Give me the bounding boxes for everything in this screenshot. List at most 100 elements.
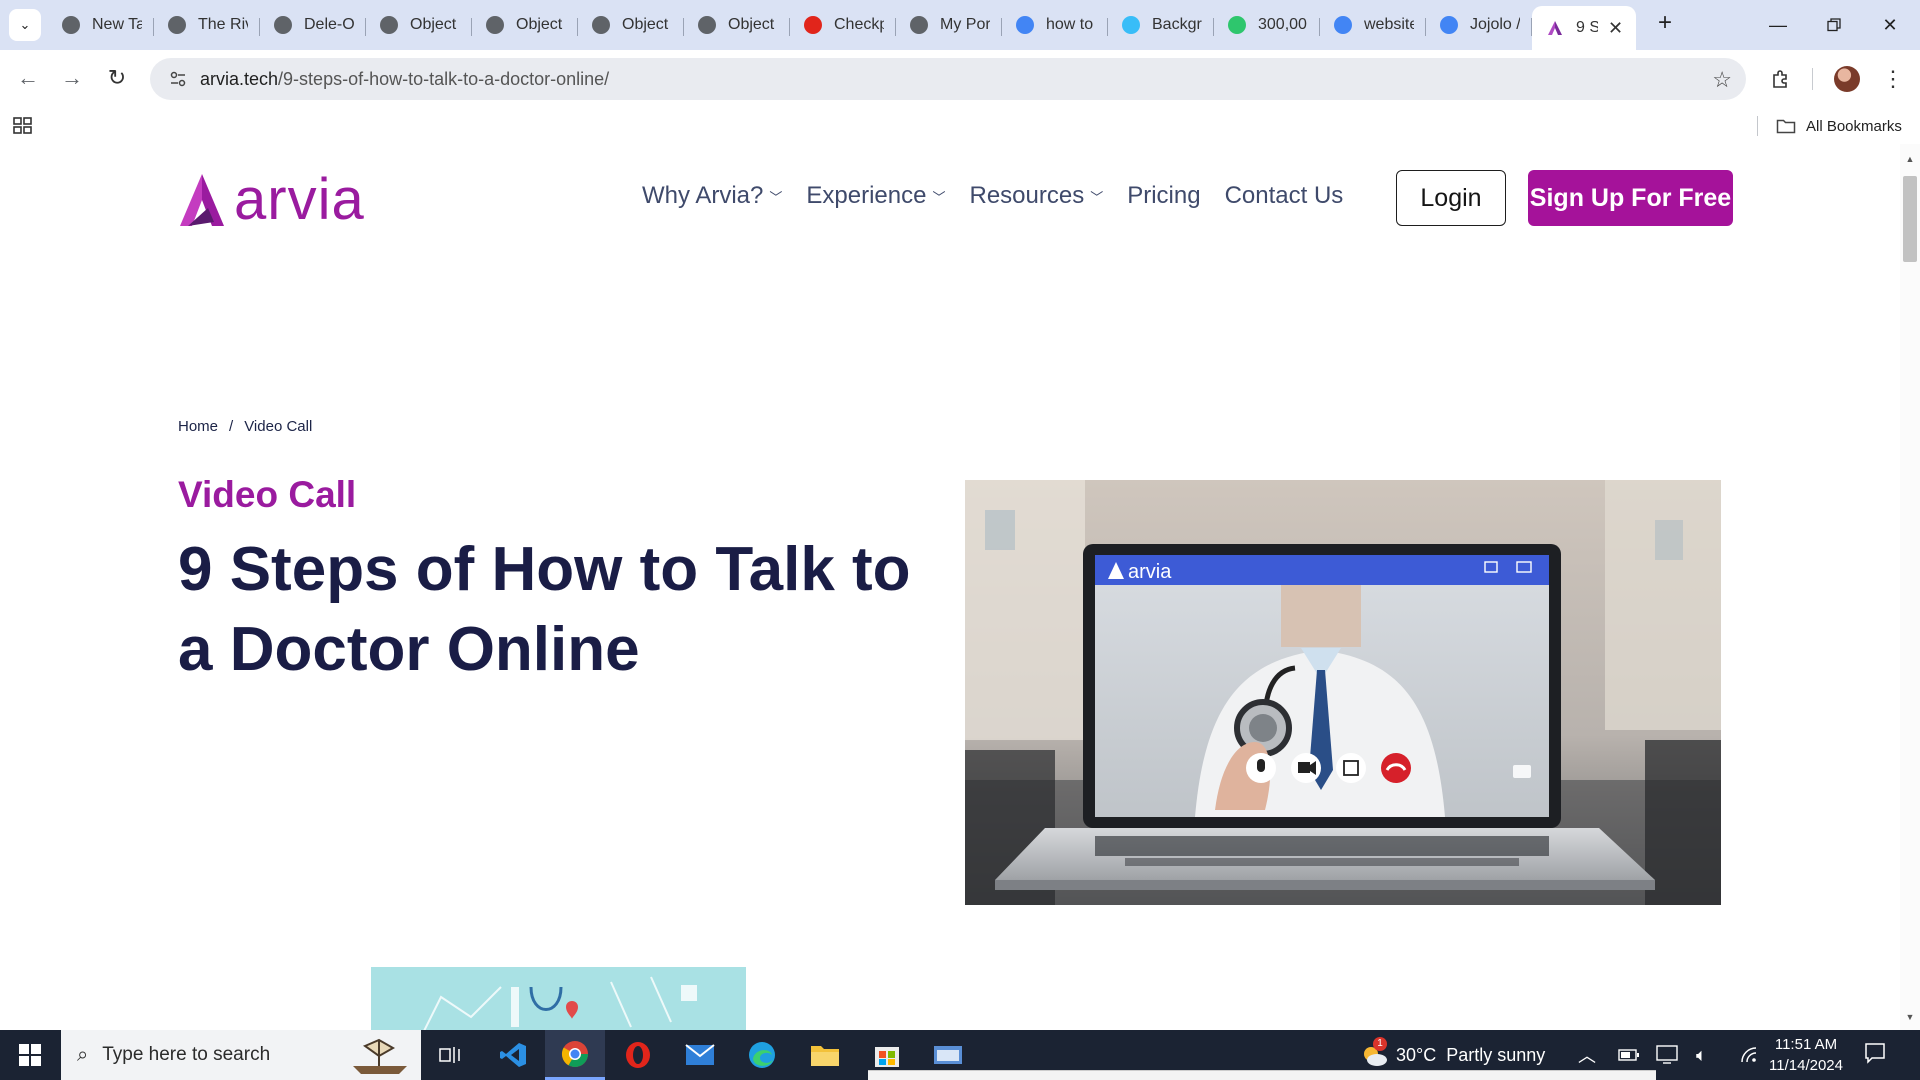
restore-button[interactable] bbox=[1806, 0, 1862, 50]
taskbar-vscode[interactable] bbox=[483, 1030, 543, 1080]
browser-menu-button[interactable]: ⋮ bbox=[1876, 62, 1910, 96]
volume-icon[interactable]: 🔈︎ bbox=[1696, 1030, 1707, 1080]
bookmark-star-icon[interactable]: ☆ bbox=[1712, 67, 1732, 93]
new-tab-button[interactable]: + bbox=[1650, 8, 1680, 38]
signup-button[interactable]: Sign Up For Free bbox=[1528, 170, 1733, 226]
globe-icon bbox=[910, 16, 928, 34]
minimize-icon: — bbox=[1769, 14, 1787, 35]
breadcrumb-current[interactable]: Video Call bbox=[244, 418, 312, 435]
browser-tab[interactable]: Dele-O bbox=[260, 6, 366, 44]
nav-item[interactable]: Why Arvia? ﹀ bbox=[642, 182, 782, 210]
tab-search-button[interactable]: ⌄ bbox=[9, 9, 41, 41]
browser-tab[interactable]: Object bbox=[472, 6, 578, 44]
breadcrumb: Home / Video Call bbox=[178, 418, 312, 435]
edge-icon bbox=[749, 1042, 775, 1068]
address-bar[interactable]: arvia.tech/9-steps-of-how-to-talk-to-a-d… bbox=[150, 58, 1746, 100]
reload-button[interactable]: ↻ bbox=[101, 62, 133, 94]
chrome-icon bbox=[561, 1040, 589, 1067]
browser-tab[interactable]: New Ta bbox=[48, 6, 154, 44]
taskbar-mail[interactable] bbox=[670, 1030, 730, 1080]
tab-strip: ⌄ New Ta The Riv Dele-O Object Object Object O… bbox=[0, 0, 1920, 50]
puzzle-icon bbox=[1773, 70, 1787, 88]
more-vertical-icon: ⋮ bbox=[1882, 66, 1904, 91]
browser-tab[interactable]: Backgr bbox=[1108, 6, 1214, 44]
mail-icon bbox=[685, 1044, 715, 1065]
arvia-logo[interactable]: arvia bbox=[178, 170, 365, 230]
window-app-icon bbox=[934, 1046, 962, 1064]
browser-tab[interactable]: Object bbox=[578, 6, 684, 44]
weather-icon: 1 bbox=[1360, 1037, 1388, 1067]
hero-screen-logo: arvia bbox=[1128, 561, 1172, 583]
tab-title: Backgr bbox=[1152, 16, 1202, 33]
notification-center-button[interactable] bbox=[1864, 1042, 1886, 1069]
clock-date: 11/14/2024 bbox=[1769, 1057, 1843, 1074]
browser-tab[interactable]: The Riv bbox=[154, 6, 260, 44]
tab-title: Dele-O bbox=[304, 16, 354, 33]
login-button[interactable]: Login bbox=[1396, 170, 1506, 226]
start-button[interactable] bbox=[0, 1030, 60, 1080]
extensions-button[interactable] bbox=[1764, 62, 1798, 96]
tab-title: Jojolo / bbox=[1470, 16, 1520, 33]
chevron-down-icon: ﹀ bbox=[1090, 189, 1104, 205]
browser-tab[interactable]: how to bbox=[1002, 6, 1108, 44]
taskbar-edge[interactable] bbox=[732, 1030, 792, 1080]
apps-grid-icon[interactable] bbox=[13, 117, 33, 140]
url-text[interactable]: arvia.tech/9-steps-of-how-to-talk-to-a-d… bbox=[200, 69, 609, 90]
tab-title: 300,00 bbox=[1258, 16, 1307, 33]
nav-item[interactable]: Resources ﹀ bbox=[969, 182, 1103, 210]
nav-item-label: Contact Us bbox=[1224, 182, 1344, 209]
site-info-icon[interactable] bbox=[160, 70, 196, 88]
arvia-logo-mark bbox=[180, 174, 224, 226]
page-scrollbar[interactable] bbox=[1900, 144, 1920, 1030]
restore-icon bbox=[1827, 18, 1841, 32]
profile-button[interactable] bbox=[1830, 62, 1864, 96]
browser-tab[interactable]: 300,00 bbox=[1214, 6, 1320, 44]
nav-item[interactable]: Experience ﹀ bbox=[806, 182, 945, 210]
close-window-button[interactable]: ✕ bbox=[1862, 0, 1918, 50]
globe-icon bbox=[168, 16, 186, 34]
chrome-icon bbox=[62, 16, 80, 34]
web-page: arvia Why Arvia? ﹀ Experience ﹀ Resources ﹀ Pr… bbox=[0, 144, 1900, 1030]
taskbar-file-explorer[interactable] bbox=[795, 1030, 855, 1080]
tab-title: Checkp bbox=[834, 16, 884, 33]
tab-list: New Ta The Riv Dele-O Object Object Object Obj… bbox=[48, 6, 1636, 50]
search-icon: ⌕ bbox=[77, 1043, 89, 1066]
taskbar-search[interactable]: ⌕ Type here to search bbox=[61, 1030, 421, 1080]
browser-tab[interactable]: website bbox=[1320, 6, 1426, 44]
url-domain: arvia.tech bbox=[200, 68, 279, 89]
main-nav: Why Arvia? ﹀ Experience ﹀ Resources ﹀ Pricing C… bbox=[642, 182, 1367, 210]
folder-icon bbox=[1776, 119, 1796, 134]
taskbar-clock[interactable]: 11:51 AM 11/14/2024 bbox=[1756, 1034, 1856, 1076]
close-tab-icon[interactable]: ✕ bbox=[1608, 18, 1623, 39]
back-button[interactable]: ← bbox=[12, 62, 44, 94]
display-icon[interactable] bbox=[1656, 1030, 1678, 1080]
google-icon bbox=[1440, 16, 1458, 34]
browser-tab-active[interactable]: 9 S ✕ bbox=[1532, 6, 1636, 50]
breadcrumb-home[interactable]: Home bbox=[178, 418, 218, 435]
browser-tab[interactable]: Checkp bbox=[790, 6, 896, 44]
nav-item[interactable]: Pricing bbox=[1127, 182, 1200, 210]
url-path: /9-steps-of-how-to-talk-to-a-doctor-onli… bbox=[278, 68, 610, 89]
taskbar-chrome[interactable] bbox=[545, 1030, 605, 1080]
browser-tab[interactable]: My Por bbox=[896, 6, 1002, 44]
task-view-button[interactable] bbox=[420, 1030, 480, 1080]
tab-title: website bbox=[1364, 16, 1414, 33]
forward-button[interactable]: → bbox=[56, 62, 88, 94]
weather-badge: 1 bbox=[1373, 1037, 1387, 1051]
google-icon bbox=[1334, 16, 1352, 34]
minimize-button[interactable]: — bbox=[1750, 0, 1806, 50]
folder-icon bbox=[811, 1046, 839, 1066]
browser-tab[interactable]: Object bbox=[684, 6, 790, 44]
browser-tab[interactable]: Jojolo / bbox=[1426, 6, 1532, 44]
article-title: 9 Steps of How to Talk to a Doctor Onlin… bbox=[178, 535, 911, 684]
scroll-down-arrow-icon[interactable]: ▼ bbox=[1904, 1012, 1916, 1022]
article-category[interactable]: Video Call bbox=[178, 474, 356, 516]
tab-title: The Riv bbox=[198, 16, 248, 33]
browser-tab[interactable]: Object bbox=[366, 6, 472, 44]
scrollbar-thumb[interactable] bbox=[1903, 176, 1917, 262]
nav-item[interactable]: Contact Us bbox=[1225, 182, 1344, 210]
all-bookmarks-button[interactable]: All Bookmarks bbox=[1776, 114, 1902, 138]
opera-icon bbox=[804, 16, 822, 34]
scroll-up-arrow-icon[interactable]: ▲ bbox=[1904, 154, 1916, 164]
taskbar-opera[interactable] bbox=[608, 1030, 668, 1080]
